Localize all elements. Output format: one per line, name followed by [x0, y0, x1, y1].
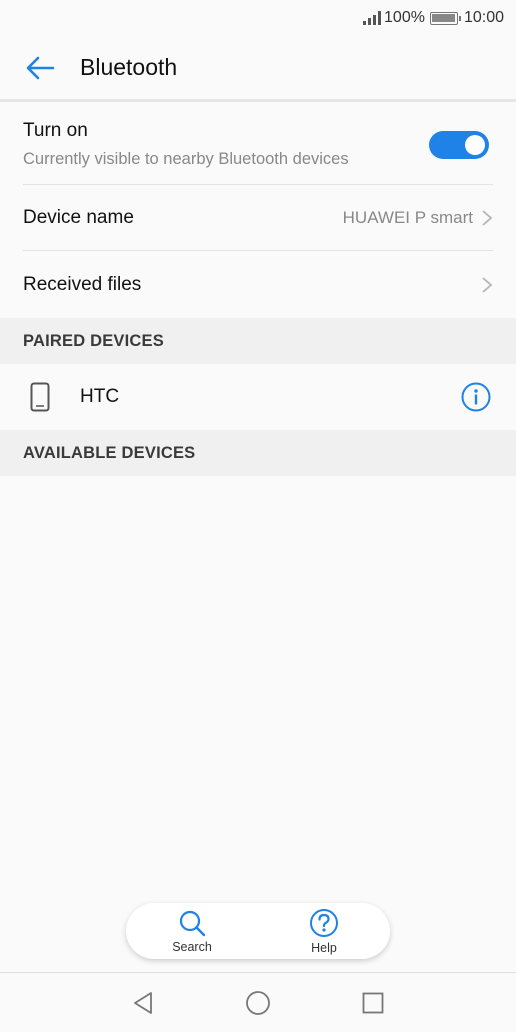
paired-devices-header: PAIRED DEVICES [0, 318, 516, 364]
info-icon[interactable] [460, 381, 492, 413]
system-nav-bar [0, 972, 516, 1032]
turn-on-title: Turn on [23, 120, 88, 141]
phone-icon [30, 382, 50, 412]
device-name-value: HUAWEI P smart [342, 207, 473, 227]
device-name-title: Device name [23, 206, 134, 228]
clock: 10:00 [463, 9, 504, 26]
help-label: Help [311, 940, 337, 955]
search-icon [179, 910, 206, 936]
received-files-row[interactable]: Received files [23, 251, 493, 318]
nav-recents-button[interactable] [360, 990, 386, 1016]
paired-device-name: HTC [80, 386, 120, 407]
back-button[interactable] [0, 35, 80, 101]
nav-back-button[interactable] [130, 990, 156, 1016]
turn-on-subtitle: Currently visible to nearby Bluetooth de… [23, 150, 349, 168]
bottom-action-bar: Search Help [126, 903, 390, 959]
status-bar: 100% 10:00 [0, 0, 516, 36]
paired-device-item[interactable]: HTC [0, 364, 516, 430]
nav-back-icon [134, 992, 152, 1014]
nav-home-button[interactable] [245, 990, 271, 1016]
turn-on-row[interactable]: Turn on Currently visible to nearby Blue… [23, 105, 493, 185]
help-icon [310, 908, 338, 937]
back-arrow-icon [26, 56, 55, 79]
nav-recents-icon [362, 992, 384, 1014]
bluetooth-toggle[interactable] [429, 130, 489, 159]
signal-icon [363, 11, 382, 25]
app-bar: Bluetooth [0, 36, 516, 102]
available-devices-header: AVAILABLE DEVICES [0, 430, 516, 476]
chevron-right-icon [482, 276, 493, 293]
page-title: Bluetooth [80, 54, 178, 80]
nav-home-icon [246, 991, 270, 1015]
battery-icon [429, 11, 461, 25]
received-files-title: Received files [23, 273, 142, 295]
device-name-row[interactable]: Device name HUAWEI P smart [23, 185, 493, 251]
search-button[interactable]: Search [147, 909, 237, 954]
search-label: Search [172, 939, 212, 954]
help-button[interactable]: Help [279, 908, 369, 955]
battery-percent: 100% [384, 9, 425, 26]
chevron-right-icon [482, 209, 493, 226]
